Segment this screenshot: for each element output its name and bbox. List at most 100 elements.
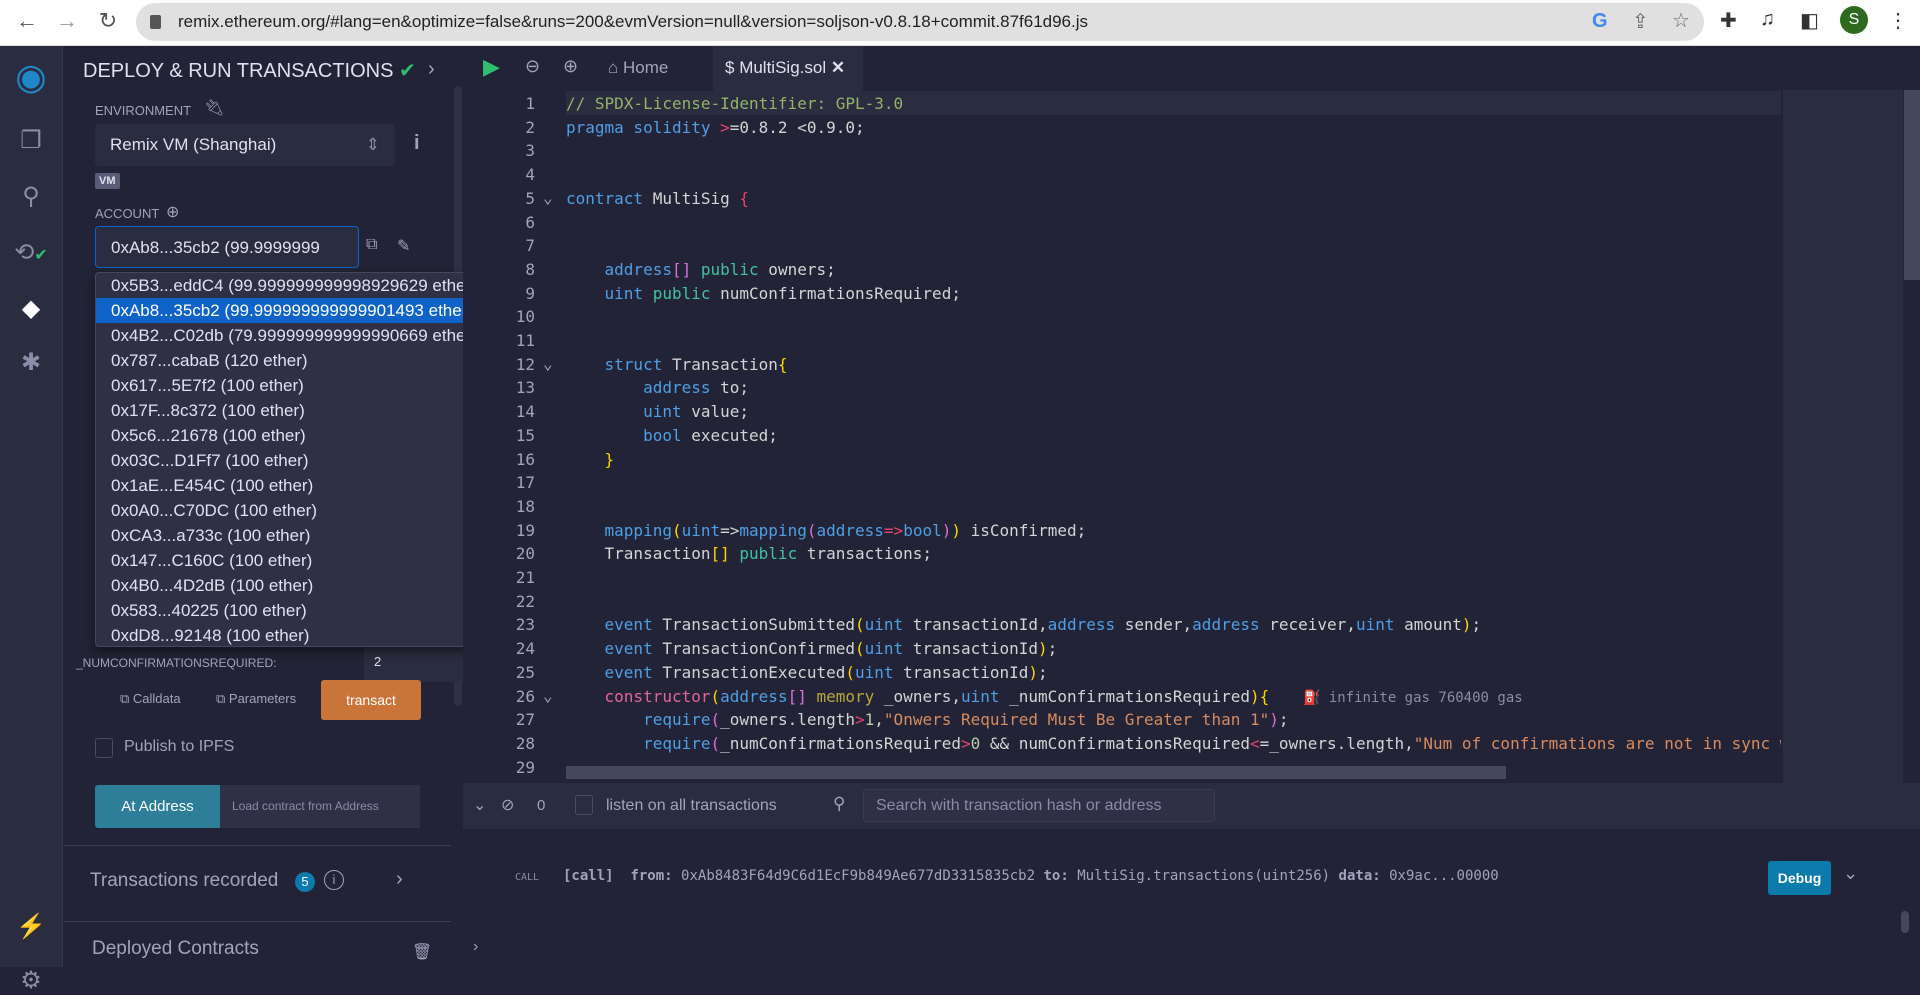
code-token: constructor (566, 686, 711, 706)
line-number: 14 (515, 402, 535, 422)
line-number: 10 (515, 307, 535, 327)
debug-button[interactable]: Debug (1768, 861, 1831, 895)
line-number: 16 (515, 449, 535, 469)
chevron-right-icon[interactable]: › (396, 868, 403, 891)
debugger-icon[interactable]: ✱ (14, 348, 48, 377)
minimap[interactable] (1783, 90, 1903, 783)
collapse-terminal-icon[interactable]: ⌄ (473, 795, 486, 815)
code-line: require(_owners.length>1,"Onwers Require… (566, 708, 1781, 732)
at-address-button[interactable]: At Address (95, 785, 220, 828)
code-token: address (1192, 615, 1260, 635)
environment-select[interactable]: Remix VM (Shanghai) ⇕ (95, 124, 395, 166)
sidepanel-icon[interactable]: ◧ (1800, 8, 1819, 33)
code-token: transactionId (893, 662, 1029, 682)
code-token: require (566, 733, 711, 753)
code-token: address (566, 259, 672, 279)
info-icon[interactable]: i (414, 132, 420, 155)
forward-icon[interactable]: → (52, 8, 82, 34)
account-select[interactable]: 0xAb8...35cb2 (99.9999999 (95, 226, 359, 268)
tab-home[interactable]: ⌂ Home (608, 58, 668, 78)
code-token: > (960, 733, 971, 753)
account-option[interactable]: 0x5c6...21678 (100 ether) (96, 423, 516, 448)
account-option[interactable]: 0x583...40225 (100 ether) (96, 598, 516, 623)
plugin-manager-icon[interactable]: ⚡ (14, 912, 48, 941)
code-line: bool executed; (566, 424, 1781, 448)
calldata-button[interactable]: ⧉ Calldata (120, 691, 181, 707)
tab-multisig[interactable]: $ MultiSig.sol ✕ (713, 46, 863, 92)
media-icon[interactable]: ♫ (1760, 8, 1775, 31)
panel-title-text: DEPLOY & RUN TRANSACTIONS (83, 60, 394, 82)
parameters-button[interactable]: ⧉ Parameters (216, 691, 296, 707)
extensions-icon[interactable]: ✚ (1720, 8, 1737, 33)
copy-icon[interactable]: ⧉ (366, 236, 377, 254)
code-token: event (566, 615, 653, 635)
transact-button[interactable]: transact (321, 680, 421, 720)
account-option[interactable]: 0x617...5E7f2 (100 ether) (96, 373, 516, 398)
settings-icon[interactable]: ⚙ (14, 966, 48, 995)
remix-logo-icon[interactable]: ◉ (14, 56, 48, 98)
address-bar[interactable]: remix.ethereum.org/#lang=en&optimize=fal… (136, 3, 1704, 41)
profile-avatar[interactable]: S (1840, 6, 1868, 34)
file-explorer-icon[interactable]: ❐ (14, 126, 48, 155)
code-token: transactions; (797, 544, 933, 564)
trash-icon[interactable]: 🗑︎ (412, 942, 432, 962)
data-label: data: (1338, 868, 1381, 884)
star-icon[interactable]: ☆ (1672, 8, 1690, 33)
google-icon[interactable]: G (1592, 10, 1608, 33)
code-line: mapping(uint=>mapping(address=>bool)) is… (566, 519, 1781, 543)
account-option[interactable]: 0x0A0...C70DC (100 ether) (96, 498, 516, 523)
add-account-icon[interactable]: ⊕ (166, 202, 179, 222)
account-option[interactable]: 0x5B3...eddC4 (99.999999999998929629 eth… (96, 273, 516, 298)
reload-icon[interactable]: ↻ (93, 8, 123, 34)
zoom-out-icon[interactable]: ⊖ (525, 56, 540, 77)
code-token: public (729, 544, 798, 564)
account-option[interactable]: 0x1aE...E454C (100 ether) (96, 473, 516, 498)
zoom-in-icon[interactable]: ⊕ (563, 56, 578, 77)
horizontal-scrollbar[interactable] (566, 766, 1506, 779)
account-option[interactable]: 0x4B0...4D2dB (100 ether) (96, 573, 516, 598)
info-icon[interactable]: i (324, 870, 344, 890)
account-option[interactable]: 0x787...cabaB (120 ether) (96, 348, 516, 373)
menu-icon[interactable]: ⋮ (1888, 8, 1908, 33)
code-token: value; (681, 402, 750, 422)
log-entry[interactable]: [call] from: 0xAb8483F64d9C6d1EcF9b849Ae… (563, 868, 1499, 884)
transaction-search-input[interactable]: Search with transaction hash or address (863, 789, 1215, 822)
clear-icon[interactable]: ⊘ (501, 795, 514, 815)
data-value: 0x9ac...00000 (1389, 868, 1499, 884)
code-token: ( (710, 710, 721, 730)
account-option[interactable]: 0x147...C160C (100 ether) (96, 548, 516, 573)
deploy-run-icon[interactable]: ◆ (14, 294, 48, 323)
code-line: struct Transaction{ (566, 353, 1781, 377)
prompt-icon[interactable]: › (473, 938, 478, 956)
fold-icon[interactable]: ⌄ (543, 354, 553, 373)
fold-icon[interactable]: ⌄ (543, 686, 553, 705)
code-token: mapping (566, 520, 672, 540)
account-option[interactable]: 0x4B2...C02db (79.999999999999990669 eth… (96, 323, 516, 348)
code-area[interactable]: 1 // SPDX-License-Identifier: GPL-3.0 2 pra… (463, 92, 1783, 782)
account-option[interactable]: 0x17F...8c372 (100 ether) (96, 398, 516, 423)
listen-checkbox[interactable] (575, 795, 593, 815)
share-icon[interactable]: ⇪ (1632, 9, 1649, 34)
compiler-icon[interactable]: ⟲✔ (14, 238, 48, 267)
close-icon[interactable]: ✕ (831, 58, 845, 77)
code-token: numConfirmationsRequired; (710, 283, 961, 303)
fold-icon[interactable]: ⌄ (543, 188, 553, 207)
code-line: contract MultiSig { (566, 187, 1781, 211)
terminal-scrollbar[interactable] (1901, 911, 1909, 933)
search-icon[interactable]: ⚲ (14, 182, 48, 211)
edit-icon[interactable]: ✎ (397, 236, 410, 256)
run-icon[interactable]: ▶ (483, 54, 500, 80)
vertical-scrollbar[interactable] (1904, 90, 1920, 280)
publish-ipfs-checkbox[interactable] (95, 738, 113, 758)
code-token: uint (566, 402, 682, 422)
account-option[interactable]: 0xCA3...a733c (100 ether) (96, 523, 516, 548)
code-line: constructor(address[] memory _owners,uin… (566, 685, 1781, 709)
chevron-right-icon[interactable]: › (428, 58, 435, 81)
account-dropdown[interactable]: 0x5B3...eddC4 (99.999999999998929629 eth… (95, 272, 517, 647)
account-option[interactable]: 0x03C...D1Ff7 (100 ether) (96, 448, 516, 473)
chevron-down-icon[interactable]: ⌄ (1843, 863, 1858, 884)
load-address-input[interactable]: Load contract from Address (220, 785, 420, 828)
account-option[interactable]: 0xAb8...35cb2 (99.999999999999901493 eth… (96, 298, 516, 323)
account-option[interactable]: 0xdD8...92148 (100 ether) (96, 623, 516, 648)
back-icon[interactable]: ← (12, 8, 42, 34)
